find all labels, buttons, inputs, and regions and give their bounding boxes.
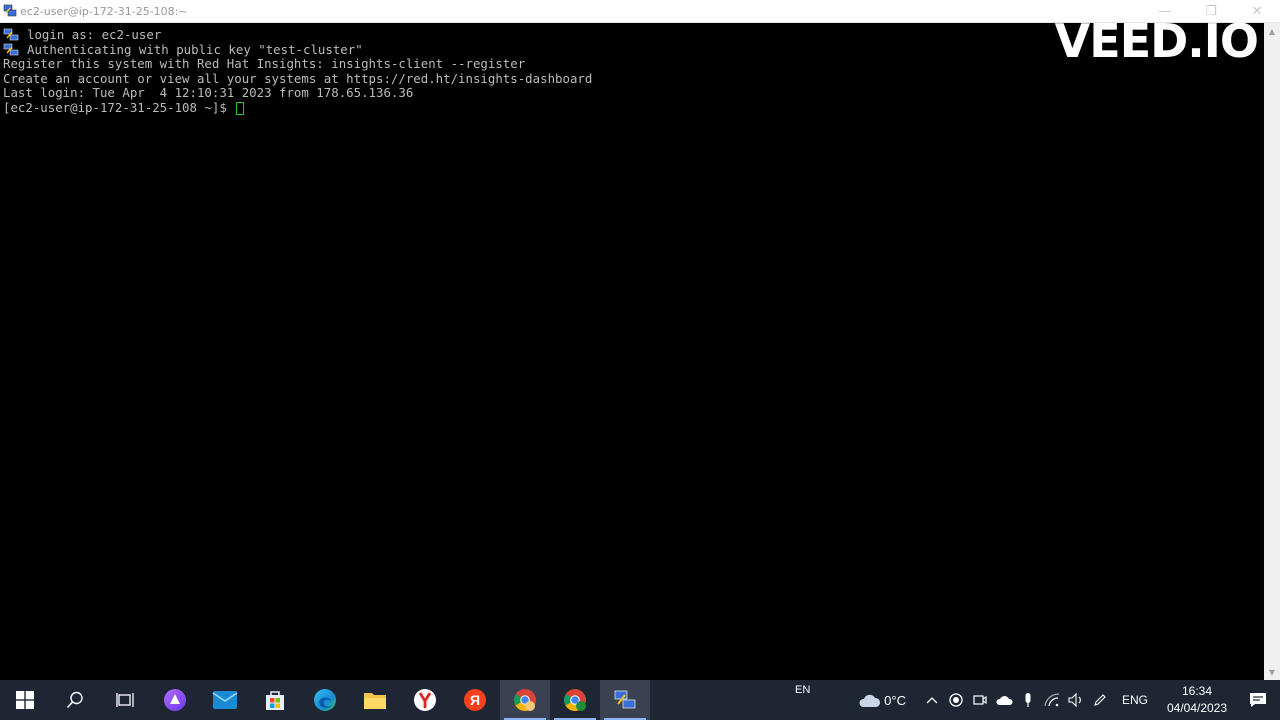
- scroll-up-icon[interactable]: ▲: [1264, 23, 1280, 39]
- yandex-browser-icon: [414, 689, 436, 711]
- chrome-icon: [514, 689, 536, 711]
- language-indicator[interactable]: ENG: [1122, 693, 1148, 707]
- system-tray: 0°C ENG 16:34 04/04/2023: [854, 680, 1280, 720]
- store-icon: [266, 691, 284, 710]
- pen-icon[interactable]: [1088, 680, 1112, 720]
- record-icon[interactable]: [944, 680, 968, 720]
- yandex-button[interactable]: Я: [450, 680, 500, 720]
- chevron-up-icon[interactable]: [920, 680, 944, 720]
- mail-button[interactable]: [200, 680, 250, 720]
- clock[interactable]: 16:34 04/04/2023: [1158, 683, 1236, 717]
- start-button[interactable]: [0, 680, 50, 720]
- veed-watermark: VEED.IO: [1054, 14, 1259, 68]
- weather-temperature[interactable]: 0°C: [884, 693, 906, 708]
- chrome-profile-button[interactable]: [500, 680, 550, 720]
- microphone-icon[interactable]: [1016, 680, 1040, 720]
- yandex-icon: Я: [464, 689, 486, 711]
- edge-icon: [314, 689, 336, 711]
- putty-key-icon: [3, 43, 19, 56]
- terminal-line: Create an account or view all your syste…: [3, 70, 593, 86]
- terminal-cursor: [236, 101, 245, 115]
- terminal-prompt-line[interactable]: [ec2-user@ip-172-31-25-108 ~]$: [3, 99, 1264, 116]
- putty-key-icon: [3, 28, 19, 41]
- windows-icon: [16, 691, 34, 709]
- folder-icon: [364, 693, 386, 709]
- alice-button[interactable]: [150, 680, 200, 720]
- terminal-output[interactable]: login as: ec2-user Authenticating with p…: [0, 23, 1264, 680]
- search-icon: [66, 691, 83, 709]
- window-title: ec2-user@ip-172-31-25-108:~: [20, 4, 188, 18]
- onedrive-icon[interactable]: [992, 680, 1016, 720]
- terminal-scrollbar[interactable]: ▲ ▼: [1264, 23, 1280, 680]
- input-language-indicator[interactable]: EN: [795, 684, 810, 696]
- search-button[interactable]: [50, 680, 100, 720]
- wifi-icon[interactable]: [1040, 680, 1064, 720]
- edge-button[interactable]: [300, 680, 350, 720]
- store-button[interactable]: [250, 680, 300, 720]
- weather-cloud-icon[interactable]: [854, 680, 884, 720]
- task-view-icon: [116, 693, 134, 707]
- notifications-button[interactable]: [1236, 680, 1280, 720]
- terminal-line: Last login: Tue Apr 4 12:10:31 2023 from…: [3, 85, 414, 101]
- clock-time: 16:34: [1181, 684, 1213, 698]
- alice-icon: [164, 689, 186, 711]
- putty-icon: [614, 690, 636, 709]
- putty-button[interactable]: [600, 680, 650, 720]
- file-explorer-button[interactable]: [350, 680, 400, 720]
- putty-icon: [3, 4, 17, 17]
- task-view-button[interactable]: [100, 680, 150, 720]
- chrome-m-button[interactable]: [550, 680, 600, 720]
- meet-now-icon[interactable]: [968, 680, 992, 720]
- scroll-down-icon[interactable]: ▼: [1264, 664, 1280, 680]
- chrome-icon: [564, 689, 586, 711]
- shell-prompt: [ec2-user@ip-172-31-25-108 ~]$: [3, 99, 235, 115]
- volume-icon[interactable]: [1064, 680, 1088, 720]
- yandex-browser-button[interactable]: [400, 680, 450, 720]
- notification-icon: [1250, 693, 1266, 707]
- mail-icon: [212, 691, 238, 709]
- taskbar: Я EN 0°C ENG 16:34 04/04/2023: [0, 680, 1280, 720]
- clock-date: 04/04/2023: [1166, 701, 1228, 715]
- svg-text:Я: Я: [470, 692, 480, 708]
